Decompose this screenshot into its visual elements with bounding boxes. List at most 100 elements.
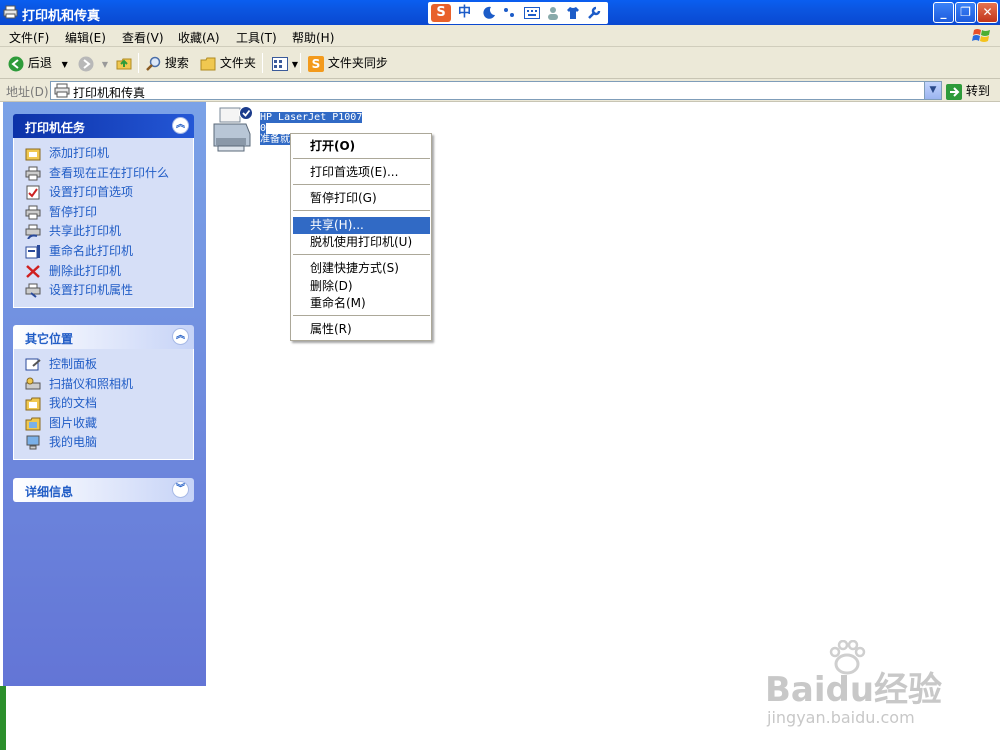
user-icon[interactable] (546, 6, 560, 20)
folder-sync-button[interactable]: S 文件夹同步 (308, 52, 388, 74)
toolbar-separator (138, 53, 139, 73)
print-queue-icon (25, 166, 41, 181)
task-preferences[interactable]: 设置打印首选项 (14, 183, 193, 203)
wrench-icon[interactable] (587, 6, 601, 20)
task-label: 设置打印首选项 (49, 185, 134, 200)
expand-down-icon[interactable]: ︾ (172, 481, 189, 498)
search-button[interactable]: 搜索 (146, 52, 189, 74)
my-documents-icon (25, 397, 41, 411)
place-my-pictures[interactable]: 图片收藏 (14, 414, 193, 434)
rename-icon (25, 244, 40, 259)
menu-separator (293, 254, 430, 255)
ctx-print-preferences[interactable]: 打印首选项(E)... (293, 164, 430, 181)
ctx-sharing[interactable]: 共享(H)... (293, 217, 430, 234)
sogou-logo-icon[interactable]: S (431, 4, 451, 22)
folder-sync-label: 文件夹同步 (327, 56, 388, 70)
task-delete[interactable]: 删除此打印机 (14, 262, 193, 282)
punctuation-icon[interactable] (503, 6, 517, 20)
baidu-watermark: Baidu经验 jingyan.baidu.com (765, 640, 995, 740)
context-menu: 打开(O) 打印首选项(E)... 暂停打印(G) 共享(H)... 脱机使用打… (290, 133, 432, 341)
back-label: 后退 (27, 56, 52, 70)
task-pause[interactable]: 暂停打印 (14, 203, 193, 223)
other-places-title: 其它位置 (25, 332, 74, 346)
place-label: 扫描仪和照相机 (49, 376, 134, 391)
close-button[interactable]: ✕ (977, 2, 998, 23)
shirt-icon[interactable] (566, 6, 580, 20)
address-dropdown-icon[interactable]: ▼ (924, 82, 941, 99)
menu-file[interactable]: 文件(F) (9, 29, 49, 46)
printer-docs: 0 (260, 123, 267, 134)
ctx-pause-printing[interactable]: 暂停打印(G) (293, 190, 430, 207)
search-icon (146, 56, 161, 71)
other-places-panel: 其它位置 ︽ 控制面板 扫描仪和照相机 我的文档 图片收藏 我的电脑 (13, 325, 194, 460)
ctx-use-offline[interactable]: 脱机使用打印机(U) (293, 234, 430, 251)
go-label: 转到 (965, 84, 990, 98)
place-my-computer[interactable]: 我的电脑 (14, 433, 193, 453)
task-view-queue[interactable]: 查看现在正在打印什么 (14, 164, 193, 184)
collapse-up-icon[interactable]: ︽ (172, 117, 189, 134)
delete-icon (26, 264, 40, 278)
ctx-open[interactable]: 打开(O) (293, 138, 430, 155)
menu-separator (293, 210, 430, 211)
back-dropdown-icon[interactable]: ▼ (62, 60, 68, 69)
collapse-up-icon[interactable]: ︽ (172, 328, 189, 345)
keyboard-icon[interactable] (524, 7, 540, 19)
ctx-rename[interactable]: 重命名(M) (293, 295, 430, 312)
watermark-brand: Baidu经验 (765, 670, 943, 710)
up-folder-icon[interactable] (116, 55, 132, 71)
address-value: 打印机和传真 (73, 86, 146, 100)
back-button[interactable]: 后退 ▼ (8, 52, 68, 74)
forward-dropdown-icon[interactable]: ▼ (102, 60, 108, 69)
address-label: 地址(D) (6, 85, 49, 99)
place-scanners[interactable]: 扫描仪和照相机 (14, 375, 193, 395)
pause-printer-icon (25, 205, 41, 220)
menu-help[interactable]: 帮助(H) (292, 29, 334, 46)
printer-fax-icon (3, 5, 18, 19)
task-properties[interactable]: 设置打印机属性 (14, 281, 193, 301)
menu-favorites[interactable]: 收藏(A) (178, 29, 220, 46)
ctx-properties[interactable]: 属性(R) (293, 321, 430, 338)
minimize-button[interactable]: _ (933, 2, 954, 23)
place-my-documents[interactable]: 我的文档 (14, 394, 193, 414)
menu-edit[interactable]: 编辑(E) (65, 29, 106, 46)
place-control-panel[interactable]: 控制面板 (14, 355, 193, 375)
printer-icon[interactable] (212, 106, 256, 154)
task-label: 添加打印机 (49, 146, 110, 160)
place-label: 我的电脑 (49, 435, 98, 450)
folders-label: 文件夹 (219, 56, 256, 70)
task-label: 查看现在正在打印什么 (49, 165, 170, 180)
ctx-delete[interactable]: 删除(D) (293, 278, 430, 295)
task-share[interactable]: 共享此打印机 (14, 222, 193, 242)
share-printer-icon (25, 224, 41, 240)
task-label: 重命名此打印机 (49, 243, 134, 258)
details-header[interactable]: 详细信息 ︾ (13, 478, 194, 502)
place-label: 控制面板 (49, 357, 98, 371)
maximize-button[interactable]: ❐ (955, 2, 976, 23)
menu-separator (293, 315, 430, 316)
place-label: 我的文档 (49, 396, 98, 411)
details-panel: 详细信息 ︾ (13, 478, 194, 502)
ctx-create-shortcut[interactable]: 创建快捷方式(S) (293, 260, 430, 277)
toolbar: 后退 ▼ ▼ 搜索 文件夹 ▼ S 文件夹同步 (0, 47, 1000, 79)
explorer-window: 打印机和传真 S 中 _ ❐ ✕ 文件(F) 编辑(E) 查看(V) 收藏(A)… (0, 0, 1000, 750)
menu-view[interactable]: 查看(V) (122, 29, 164, 46)
views-dropdown-icon[interactable]: ▼ (292, 60, 298, 69)
scanner-icon (25, 377, 41, 390)
menu-separator (293, 158, 430, 159)
go-button[interactable]: 转到 (946, 82, 990, 100)
moon-icon[interactable] (482, 6, 496, 20)
ime-toolbar[interactable]: S 中 (428, 2, 608, 24)
title-bar[interactable]: 打印机和传真 S 中 _ ❐ ✕ (0, 0, 1000, 25)
task-add-printer[interactable]: 添加打印机 (14, 144, 193, 164)
my-pictures-icon (25, 417, 41, 431)
menu-tools[interactable]: 工具(T) (236, 29, 277, 46)
ime-mode[interactable]: 中 (458, 4, 471, 22)
folders-button[interactable]: 文件夹 (200, 52, 256, 74)
printer-tasks-header[interactable]: 打印机任务 ︽ (13, 114, 194, 138)
other-places-header[interactable]: 其它位置 ︽ (13, 325, 194, 349)
views-button[interactable]: ▼ (272, 52, 298, 74)
details-title: 详细信息 (25, 485, 74, 499)
address-input[interactable]: 打印机和传真 ▼ (50, 81, 942, 100)
task-rename[interactable]: 重命名此打印机 (14, 242, 193, 262)
forward-button[interactable]: ▼ (78, 52, 108, 74)
